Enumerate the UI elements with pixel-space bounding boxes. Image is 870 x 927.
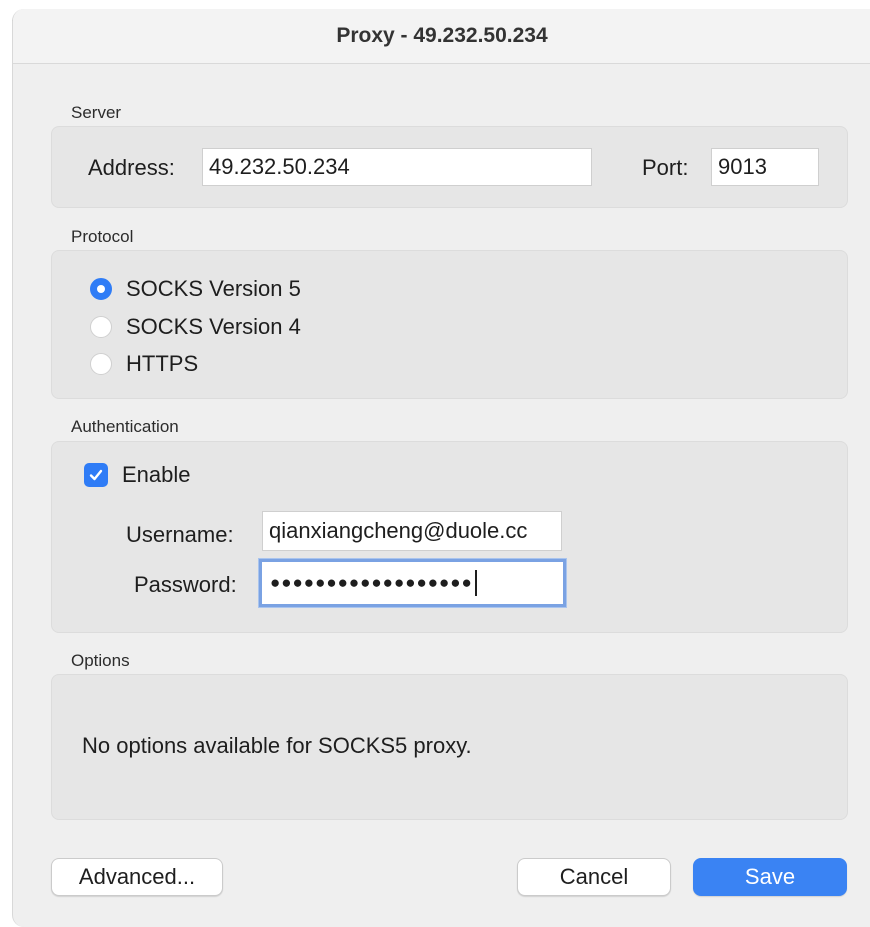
radio-socks5[interactable]: SOCKS Version 5 [90, 276, 301, 302]
protocol-group: SOCKS Version 5 SOCKS Version 4 HTTPS [51, 250, 848, 399]
password-input[interactable]: ●●●●●●●●●●●●●●●●●● [259, 559, 566, 607]
text-caret [474, 570, 477, 596]
port-label: Port: [642, 155, 689, 180]
protocol-section-label: Protocol [71, 227, 134, 246]
authentication-section-label: Authentication [71, 417, 179, 436]
radio-socks4[interactable]: SOCKS Version 4 [90, 314, 301, 340]
enable-label: Enable [122, 462, 191, 487]
proxy-dialog: Proxy - 49.232.50.234 Server Address: 49… [12, 9, 870, 927]
username-label: Username: [126, 522, 234, 547]
radio-selected-icon [90, 278, 112, 300]
address-input[interactable]: 49.232.50.234 [202, 148, 592, 186]
port-value: 9013 [718, 154, 767, 179]
radio-https-label: HTTPS [126, 351, 199, 376]
radio-empty-icon [90, 353, 112, 375]
password-label: Password: [134, 572, 237, 597]
enable-checkbox[interactable]: Enable [84, 462, 191, 488]
radio-empty-icon [90, 316, 112, 338]
window-title: Proxy - 49.232.50.234 [336, 24, 548, 47]
cancel-button[interactable]: Cancel [517, 858, 671, 896]
server-section-label: Server [71, 103, 122, 122]
title-bar: Proxy - 49.232.50.234 [13, 9, 870, 64]
options-group: No options available for SOCKS5 proxy. [51, 674, 848, 820]
advanced-button[interactable]: Advanced... [51, 858, 223, 896]
radio-socks4-label: SOCKS Version 4 [126, 314, 301, 339]
save-button[interactable]: Save [693, 858, 847, 896]
password-mask: ●●●●●●●●●●●●●●●●●● [270, 573, 473, 592]
options-section-label: Options [71, 651, 130, 670]
radio-https[interactable]: HTTPS [90, 351, 198, 377]
server-group: Address: 49.232.50.234 Port: 9013 [51, 126, 848, 208]
checkmark-icon [84, 463, 108, 487]
radio-socks5-label: SOCKS Version 5 [126, 276, 301, 301]
username-input[interactable]: qianxiangcheng@duole.cc [262, 511, 562, 551]
options-message: No options available for SOCKS5 proxy. [82, 733, 472, 758]
port-input[interactable]: 9013 [711, 148, 819, 186]
address-label: Address: [88, 155, 175, 180]
username-value: qianxiangcheng@duole.cc [269, 518, 528, 543]
authentication-group: Enable Username: qianxiangcheng@duole.cc… [51, 441, 848, 633]
address-value: 49.232.50.234 [209, 154, 350, 179]
